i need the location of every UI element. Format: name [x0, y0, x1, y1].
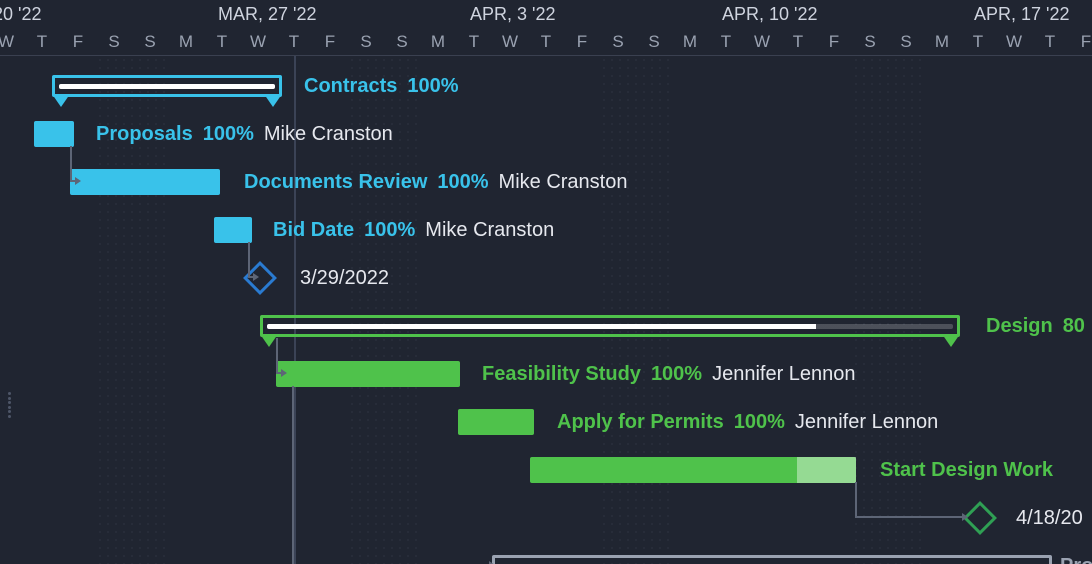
gantt-row: Feasibility Study 100% Jennifer Lennon: [0, 352, 1092, 400]
row-label: Feasibility Study 100% Jennifer Lennon: [482, 360, 856, 388]
day-header: M: [924, 32, 960, 52]
group-bar[interactable]: [492, 555, 1052, 564]
date-header: R, 20 '22: [0, 4, 41, 25]
milestone-date: 3/29/2022: [300, 267, 389, 290]
date-header: MAR, 27 '22: [218, 4, 316, 25]
dependency-connector: [70, 146, 78, 182]
gantt-row: Proposals 100% Mike Cranston: [0, 112, 1092, 160]
gantt-row: Pro: [0, 544, 1092, 564]
day-header: W: [240, 32, 276, 52]
dependency-connector: [276, 338, 284, 374]
task-bar[interactable]: [34, 121, 74, 147]
day-header: S: [600, 32, 636, 52]
day-header: W: [0, 32, 24, 52]
gantt-row: Documents Review 100% Mike Cranston: [0, 160, 1092, 208]
day-header: F: [1068, 32, 1092, 52]
timeline-header: R, 20 '22 MAR, 27 '22 APR, 3 '22 APR, 10 '2…: [0, 0, 1092, 56]
task-assignee: Mike Cranston: [499, 171, 628, 194]
task-name: Pro: [1060, 555, 1092, 564]
gantt-row: Bid Date 100% Mike Cranston: [0, 208, 1092, 256]
task-bar[interactable]: [530, 457, 856, 483]
drag-handle-icon[interactable]: [8, 392, 16, 418]
task-name: Proposals: [96, 123, 193, 146]
day-header: T: [960, 32, 996, 52]
task-bar[interactable]: [70, 169, 220, 195]
dependency-connector: [292, 386, 492, 564]
task-percent: 100%: [734, 411, 785, 434]
task-assignee: Jennifer Lennon: [712, 363, 855, 386]
date-header: APR, 17 '22: [974, 4, 1070, 25]
row-label: 3/29/2022: [300, 264, 389, 292]
row-label: Start Design Work: [880, 456, 1053, 484]
day-header: W: [996, 32, 1032, 52]
day-header: T: [1032, 32, 1068, 52]
gantt-row: Design 80: [0, 304, 1092, 352]
day-header: M: [420, 32, 456, 52]
task-bar[interactable]: [276, 361, 460, 387]
date-header: APR, 3 '22: [470, 4, 555, 25]
task-name: Design: [986, 315, 1053, 338]
task-percent: 100%: [407, 75, 458, 98]
task-percent: 100%: [651, 363, 702, 386]
day-header: S: [348, 32, 384, 52]
day-header: S: [96, 32, 132, 52]
task-name: Start Design Work: [880, 459, 1053, 482]
task-name: Contracts: [304, 75, 397, 98]
day-header: F: [60, 32, 96, 52]
gantt-rows: Contracts100%Proposals100%Mike CranstonD…: [0, 56, 1092, 564]
day-header: T: [456, 32, 492, 52]
day-header: S: [384, 32, 420, 52]
day-header: F: [816, 32, 852, 52]
task-name: Feasibility Study: [482, 363, 641, 386]
task-percent: 100%: [203, 123, 254, 146]
milestone-date: 4/18/20: [1016, 507, 1083, 530]
day-header: W: [492, 32, 528, 52]
gantt-row: Apply for Permits 100% Jennifer Lennon: [0, 400, 1092, 448]
day-header: S: [132, 32, 168, 52]
day-header: T: [204, 32, 240, 52]
task-percent: 100%: [364, 219, 415, 242]
row-label: Proposals 100% Mike Cranston: [96, 120, 393, 148]
row-label: Contracts 100%: [304, 72, 459, 100]
day-header: F: [312, 32, 348, 52]
task-percent: 80: [1063, 315, 1085, 338]
gantt-row: 3/29/2022: [0, 256, 1092, 304]
day-header: M: [672, 32, 708, 52]
day-header: T: [24, 32, 60, 52]
date-header-row: R, 20 '22 MAR, 27 '22 APR, 3 '22 APR, 10 '2…: [0, 0, 1092, 28]
day-header: T: [708, 32, 744, 52]
milestone-icon[interactable]: [963, 501, 997, 535]
task-percent: 100%: [437, 171, 488, 194]
task-bar[interactable]: [214, 217, 252, 243]
row-label: Design 80: [986, 312, 1085, 340]
task-assignee: Mike Cranston: [425, 219, 554, 242]
dependency-connector: [248, 242, 256, 278]
row-label: Pro: [1060, 552, 1092, 564]
row-label: Documents Review 100% Mike Cranston: [244, 168, 627, 196]
day-header: W: [744, 32, 780, 52]
day-header: S: [636, 32, 672, 52]
group-bar[interactable]: [52, 75, 282, 97]
row-label: Bid Date 100% Mike Cranston: [273, 216, 554, 244]
task-assignee: Jennifer Lennon: [795, 411, 938, 434]
day-header: S: [852, 32, 888, 52]
day-header: T: [780, 32, 816, 52]
day-header: T: [276, 32, 312, 52]
date-header: APR, 10 '22: [722, 4, 818, 25]
day-header: S: [888, 32, 924, 52]
row-label: Apply for Permits 100% Jennifer Lennon: [557, 408, 938, 436]
day-header: T: [528, 32, 564, 52]
group-bar[interactable]: [260, 315, 960, 337]
day-header: M: [168, 32, 204, 52]
task-name: Apply for Permits: [557, 411, 724, 434]
day-header-row: WTFSSMTWTFSSMTWTFSSMTWTFSSMTWTF: [0, 28, 1092, 55]
task-name: Documents Review: [244, 171, 427, 194]
dependency-connector: [855, 482, 965, 518]
task-assignee: Mike Cranston: [264, 123, 393, 146]
gantt-row: Contracts 100%: [0, 64, 1092, 112]
row-label: 4/18/20: [1016, 504, 1083, 532]
day-header: F: [564, 32, 600, 52]
task-name: Bid Date: [273, 219, 354, 242]
